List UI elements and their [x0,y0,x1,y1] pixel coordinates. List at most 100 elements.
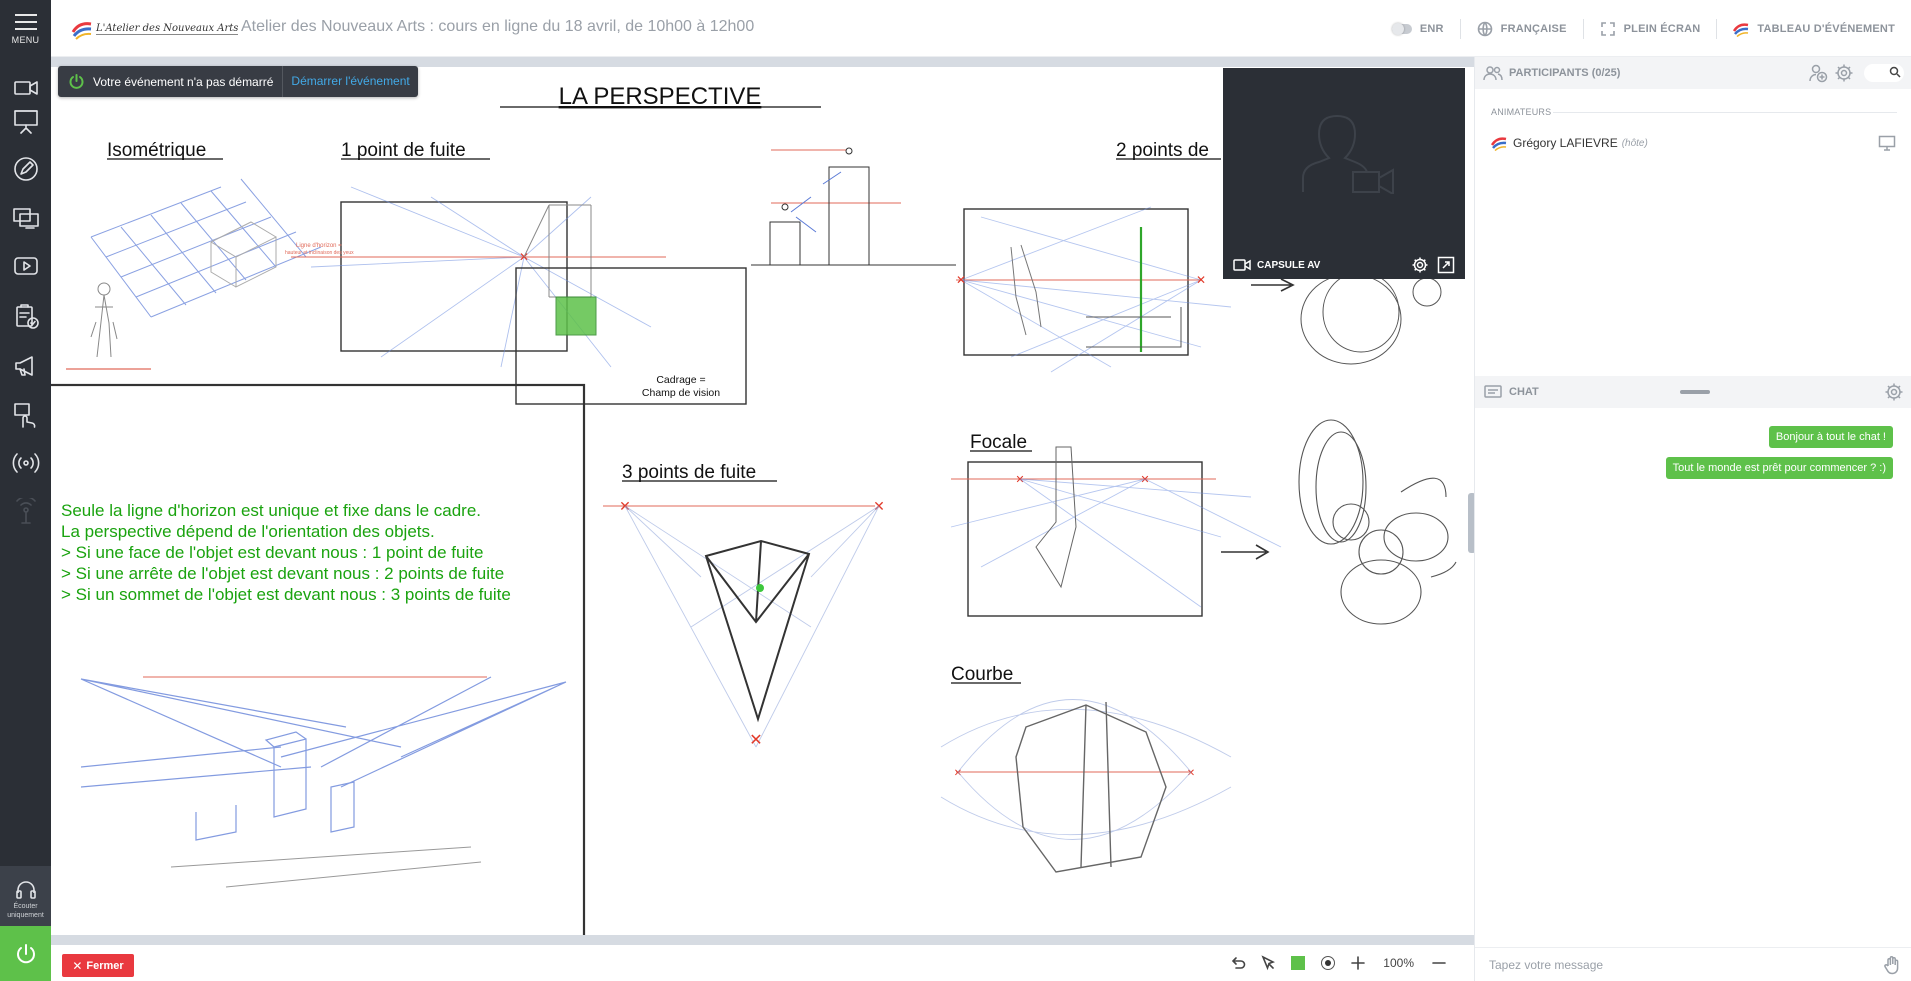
close-button[interactable]: ✕ Fermer [62,954,134,977]
chat-resize-handle[interactable] [1680,390,1710,394]
drawing-tools: 100% [1223,945,1454,981]
power-status-icon [69,74,84,89]
zoom-in-button[interactable] [1343,945,1373,981]
chat-header: CHAT [1475,376,1911,408]
svg-text:✕: ✕ [956,273,966,287]
heading-one-point: 1 point de fuite [341,140,466,161]
pencil-icon[interactable] [0,149,51,189]
zoom-level: 100% [1383,956,1414,970]
horizon-note-line-2: hauteur et inclinaison des yeux [285,250,354,256]
add-user-icon[interactable] [1808,63,1828,83]
headphones-icon [15,881,36,899]
color-swatch [1291,956,1306,970]
gear-icon[interactable] [1884,382,1904,402]
event-title: Atelier des Nouveaux Arts : cours en lig… [241,18,755,35]
minus-icon [1432,962,1446,964]
logo[interactable]: L'Atelier des Nouveaux Arts [71,14,239,44]
heading-curve: Courbe [951,664,1013,685]
video-tile-name: CAPSULE AV [1257,259,1321,271]
menu-label: MENU [11,35,40,45]
power-icon [16,943,35,963]
color-picker[interactable] [1283,945,1313,981]
rules-line-2: La perspective dépend de l'orientation d… [61,522,435,541]
participant-role: (hôte) [1621,137,1648,149]
chat-actions [1878,382,1904,402]
top-bar-actions: ENR FRANÇAISE PLEIN ÉCRAN TABLEAU D'ÉVÉN… [1376,0,1911,57]
participants-actions [1802,63,1904,83]
broadcast-icon[interactable] [0,443,51,483]
antenna-icon [0,492,51,532]
monitor-icon[interactable] [1878,135,1896,151]
heading-three-points: 3 points de fuite [622,462,756,483]
gear-icon[interactable] [1834,63,1854,83]
pointer-tool[interactable] [1253,945,1283,981]
language-selector[interactable]: FRANÇAISE [1459,18,1583,39]
globe-icon [1477,21,1492,36]
dashboard-logo-icon [1733,22,1749,37]
video-play-icon[interactable] [0,246,51,286]
plus-icon [1351,956,1366,970]
power-button[interactable] [0,926,51,981]
zoom-out-button[interactable] [1424,945,1454,981]
participant-search[interactable] [1864,64,1904,82]
user-placeholder-icon [1299,112,1395,196]
svg-text:✕: ✕ [749,732,762,749]
video-tile[interactable]: CAPSULE AV [1223,68,1465,279]
slide-title: LA PERSPECTIVE [559,83,762,110]
rules-line-1: Seule la ligne d'horizon est unique et f… [61,501,481,520]
toggle-switch[interactable] [1391,22,1412,35]
record-label: ENR [1419,22,1444,35]
chat-message: Bonjour à tout le chat ! [1768,426,1893,448]
fullscreen-label: PLEIN ÉCRAN [1623,22,1701,35]
language-label: FRANÇAISE [1500,22,1567,35]
fullscreen-icon [1600,21,1615,36]
right-panel: PARTICIPANTS (0/25) ANIMATEURS Grégory L… [1474,57,1911,981]
expand-icon[interactable] [1437,256,1455,274]
undo-icon [1232,957,1246,969]
record-toggle[interactable]: ENR [1376,19,1460,39]
svg-text:✕: ✕ [1187,768,1195,779]
video-tile-bar: CAPSULE AV [1223,251,1465,279]
participant-row[interactable]: Grégory LAFIEVRE (hôte) [1491,133,1896,153]
hand-touch-icon[interactable] [0,395,51,435]
screen-share-icon[interactable] [0,198,51,238]
gear-icon[interactable] [1411,256,1429,274]
participants-header: PARTICIPANTS (0/25) [1475,57,1911,89]
svg-text:✕: ✕ [954,768,962,779]
search-icon [1889,66,1901,78]
dashboard-button[interactable]: TABLEAU D'ÉVÉNEMENT [1716,18,1911,39]
megaphone-icon[interactable] [0,346,51,386]
presentation-icon[interactable] [0,101,51,141]
rules-text: Seule la ligne d'horizon est unique et f… [61,501,511,604]
chat-input-bar [1475,947,1911,981]
close-label: Fermer [86,959,124,972]
rules-line-3: > Si une face de l'objet est devant nous… [61,543,483,562]
top-bar: L'Atelier des Nouveaux Arts Atelier des … [51,0,1911,57]
svg-text:hauteur et inclinaison des yeu: hauteur et inclinaison des yeux [285,250,354,256]
horizon-note-line-1: Ligne d'horizon = [296,243,342,249]
hamburger-icon [14,14,37,30]
event-status-message: Votre événement n'a pas démarré [93,74,274,89]
section-divider [1553,112,1897,113]
host-logo-icon [1491,137,1507,151]
logo-text: L'Atelier des Nouveaux Arts [96,23,239,35]
bottom-toolbar: ✕ Fermer 100% [51,945,1474,981]
cursor-icon [1261,955,1276,971]
figure-sketch [90,282,118,358]
app-root: MENU Écouter uniquement L'Atelier des No… [0,0,1911,981]
camera-icon [1233,259,1251,271]
stage-bottom-strip [51,935,1474,945]
dashboard-label: TABLEAU D'ÉVÉNEMENT [1757,22,1895,35]
listen-only-button[interactable]: Écouter uniquement [0,866,51,926]
raise-hand-icon[interactable] [1882,955,1902,975]
clipboard-check-icon[interactable] [0,296,51,336]
stroke-size-button[interactable] [1313,945,1343,981]
isometric-grid [90,178,322,318]
menu-button[interactable]: MENU [0,8,51,52]
svg-text:✕: ✕ [1196,273,1206,287]
undo-button[interactable] [1223,945,1253,981]
chat-message-input[interactable] [1489,957,1869,972]
start-event-link[interactable]: Démarrer l'événement [282,66,417,97]
chat-message: Tout le monde est prêt pour commencer ? … [1665,457,1893,479]
fullscreen-button[interactable]: PLEIN ÉCRAN [1582,18,1717,39]
